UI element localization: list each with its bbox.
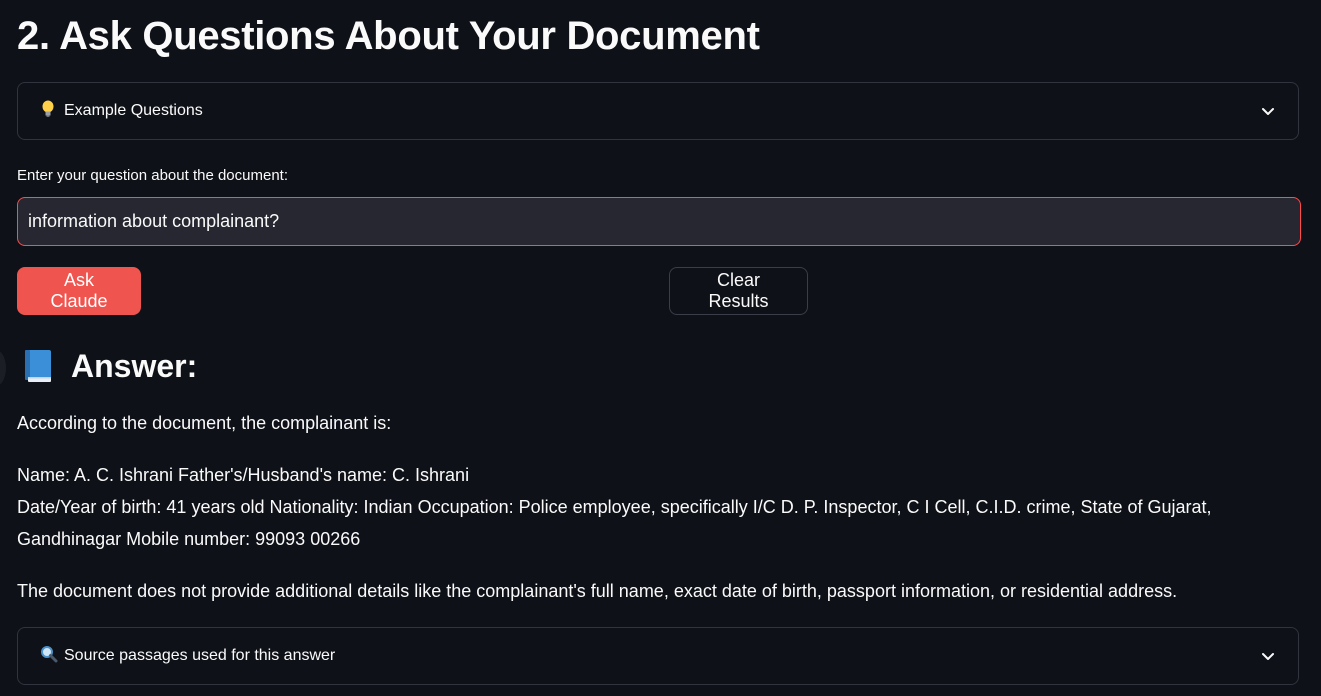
answer-heading-text: Answer: [71, 348, 198, 384]
answer-intro: According to the document, the complaina… [17, 413, 392, 433]
page-title: 2. Ask Questions About Your Document [17, 14, 760, 58]
answer-line-3: Gandhinagar Mobile number: 99093 00266 [17, 529, 361, 549]
source-passages-expander[interactable]: Source passages used for this answer [17, 627, 1299, 685]
clear-results-button[interactable]: Clear Results [669, 267, 808, 315]
answer-line-2: Date/Year of birth: 41 years old Nationa… [17, 497, 1212, 517]
chevron-down-icon [1262, 108, 1274, 115]
source-passages-label: Source passages used for this answer [64, 647, 336, 664]
sidebar-collapse-handle[interactable] [0, 350, 6, 386]
book-icon [23, 349, 53, 383]
example-questions-label: Example Questions [64, 102, 203, 119]
lightbulb-icon [40, 100, 64, 123]
page: 2. Ask Questions About Your Document Exa… [0, 0, 1321, 696]
answer-heading: Answer: [23, 344, 197, 388]
ask-claude-button[interactable]: Ask Claude [17, 267, 141, 315]
chevron-down-icon [1262, 653, 1274, 660]
answer-line-1: Name: A. C. Ishrani Father's/Husband's n… [17, 465, 470, 485]
answer-note: The document does not provide additional… [17, 581, 1178, 601]
magnifier-icon [40, 645, 64, 668]
question-label: Enter your question about the document: [17, 167, 289, 184]
example-questions-expander[interactable]: Example Questions [17, 82, 1299, 140]
question-input[interactable] [17, 197, 1301, 246]
